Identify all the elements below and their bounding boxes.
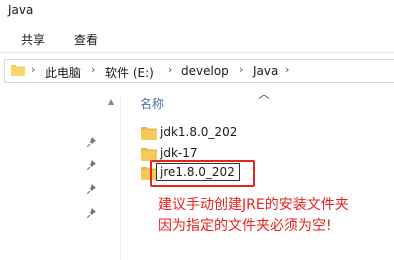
pin-icon[interactable] xyxy=(87,137,97,147)
scrollbar[interactable] xyxy=(120,96,121,260)
folder-icon xyxy=(141,148,157,161)
annotation-line-2: 因为指定的文件夹必须为空! xyxy=(158,218,332,234)
breadcrumb-this-pc[interactable]: 此电脑 xyxy=(45,64,81,81)
chevron-right-icon[interactable]: › xyxy=(91,63,95,76)
pin-icon[interactable] xyxy=(87,160,97,170)
window-title: Java xyxy=(8,3,34,17)
chevron-right-icon[interactable]: › xyxy=(168,63,172,76)
folder-icon xyxy=(141,127,157,140)
pin-icon[interactable] xyxy=(87,208,97,218)
column-header-name[interactable]: 名称 xyxy=(140,95,164,112)
list-item[interactable]: jdk1.8.0_202 xyxy=(141,124,391,142)
address-bar[interactable]: › 此电脑 › 软件 (E:) › develop › Java › xyxy=(4,59,394,83)
file-name: jdk1.8.0_202 xyxy=(160,125,238,139)
tab-share[interactable]: 共享 xyxy=(21,31,45,48)
chevron-right-icon[interactable]: › xyxy=(31,63,35,76)
file-name: jdk-17 xyxy=(160,146,198,160)
breadcrumb-drive[interactable]: 软件 (E:) xyxy=(105,64,154,81)
breadcrumb-java[interactable]: Java xyxy=(253,64,278,78)
chevron-right-icon[interactable]: › xyxy=(285,63,289,76)
up-arrow-icon: ︿ xyxy=(258,87,271,101)
highlight-box xyxy=(150,160,255,187)
navigation-pane xyxy=(0,86,121,260)
ribbon-divider xyxy=(0,52,394,53)
scroll-up-icon[interactable]: ▲ xyxy=(108,97,114,106)
breadcrumb-develop[interactable]: develop xyxy=(181,64,229,78)
annotation-line-1: 建议手动创建JRE的安装文件夹 xyxy=(158,197,349,213)
folder-icon xyxy=(11,65,25,76)
chevron-right-icon[interactable]: › xyxy=(239,63,243,76)
pin-icon[interactable] xyxy=(87,184,97,194)
tab-view[interactable]: 查看 xyxy=(74,31,98,48)
